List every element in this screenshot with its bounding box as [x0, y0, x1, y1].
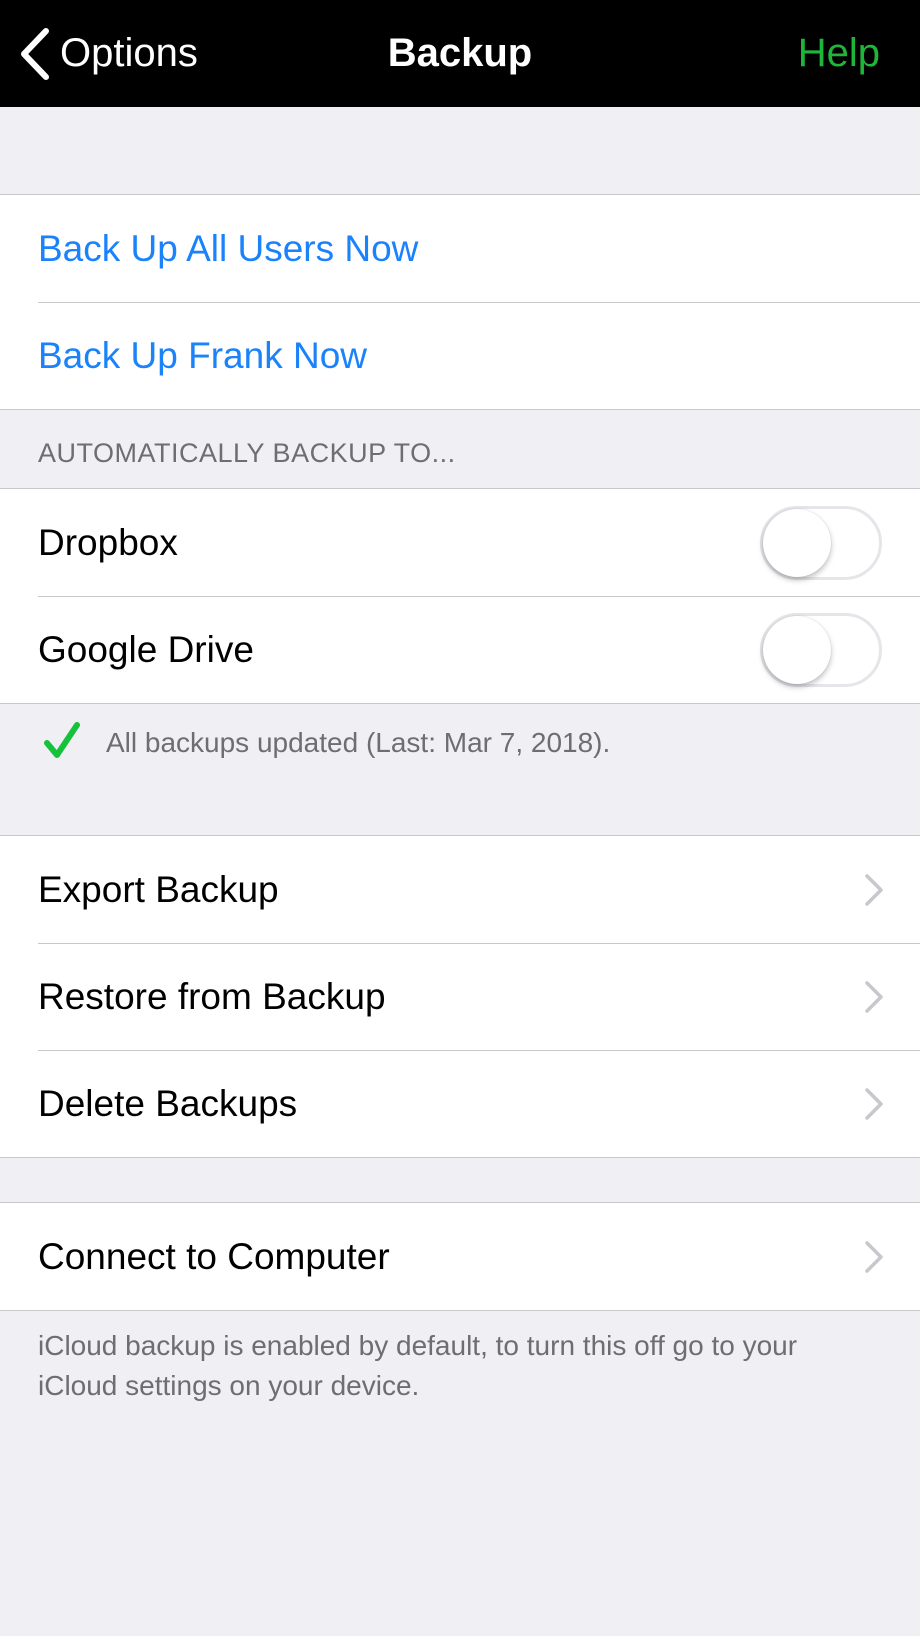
backup-user-label: Back Up Frank Now: [38, 334, 367, 376]
restore-backup-item[interactable]: Restore from Backup: [0, 943, 920, 1050]
google-drive-toggle-knob: [763, 615, 831, 684]
dropbox-toggle[interactable]: [760, 505, 882, 580]
icloud-footer-note: iCloud backup is enabled by default, to …: [38, 1330, 798, 1401]
restore-backup-label: Restore from Backup: [38, 975, 386, 1017]
chevron-left-icon: [18, 27, 52, 81]
connect-computer-label: Connect to Computer: [38, 1235, 390, 1277]
connect-computer-item[interactable]: Connect to Computer: [0, 1203, 920, 1310]
backup-all-users-label: Back Up All Users Now: [38, 227, 419, 269]
back-button[interactable]: Options: [18, 0, 198, 107]
chevron-right-icon: [864, 980, 884, 1014]
google-drive-toggle[interactable]: [760, 612, 882, 687]
checkmark-icon: [44, 721, 80, 765]
backup-status-text: All backups updated (Last: Mar 7, 2018).: [106, 727, 611, 758]
dropbox-row: Dropbox: [0, 489, 920, 596]
chevron-right-icon: [864, 1087, 884, 1121]
help-button[interactable]: Help: [798, 0, 880, 107]
backup-all-users-button[interactable]: Back Up All Users Now: [0, 195, 920, 302]
backup-now-group: Back Up All Users Now Back Up Frank Now: [0, 194, 920, 410]
google-drive-row: Google Drive: [0, 596, 920, 703]
dropbox-toggle-knob: [763, 508, 831, 577]
dropbox-label: Dropbox: [38, 521, 178, 563]
manage-backups-group: Export Backup Restore from Backup Delete…: [0, 835, 920, 1158]
google-drive-label: Google Drive: [38, 628, 254, 670]
delete-backups-item[interactable]: Delete Backups: [0, 1050, 920, 1157]
connect-computer-group: Connect to Computer: [0, 1202, 920, 1311]
navigation-bar: Options Backup Help: [0, 0, 920, 107]
auto-backup-group: Dropbox Google Drive: [0, 488, 920, 704]
chevron-right-icon: [864, 1240, 884, 1274]
chevron-right-icon: [864, 873, 884, 907]
backup-user-button[interactable]: Back Up Frank Now: [0, 302, 920, 409]
export-backup-item[interactable]: Export Backup: [0, 836, 920, 943]
delete-backups-label: Delete Backups: [38, 1082, 298, 1124]
auto-backup-section-header: AUTOMATICALLY BACKUP TO...: [38, 438, 456, 468]
back-button-label: Options: [60, 31, 198, 75]
export-backup-label: Export Backup: [38, 868, 279, 910]
backup-status: All backups updated (Last: Mar 7, 2018).: [44, 721, 611, 765]
